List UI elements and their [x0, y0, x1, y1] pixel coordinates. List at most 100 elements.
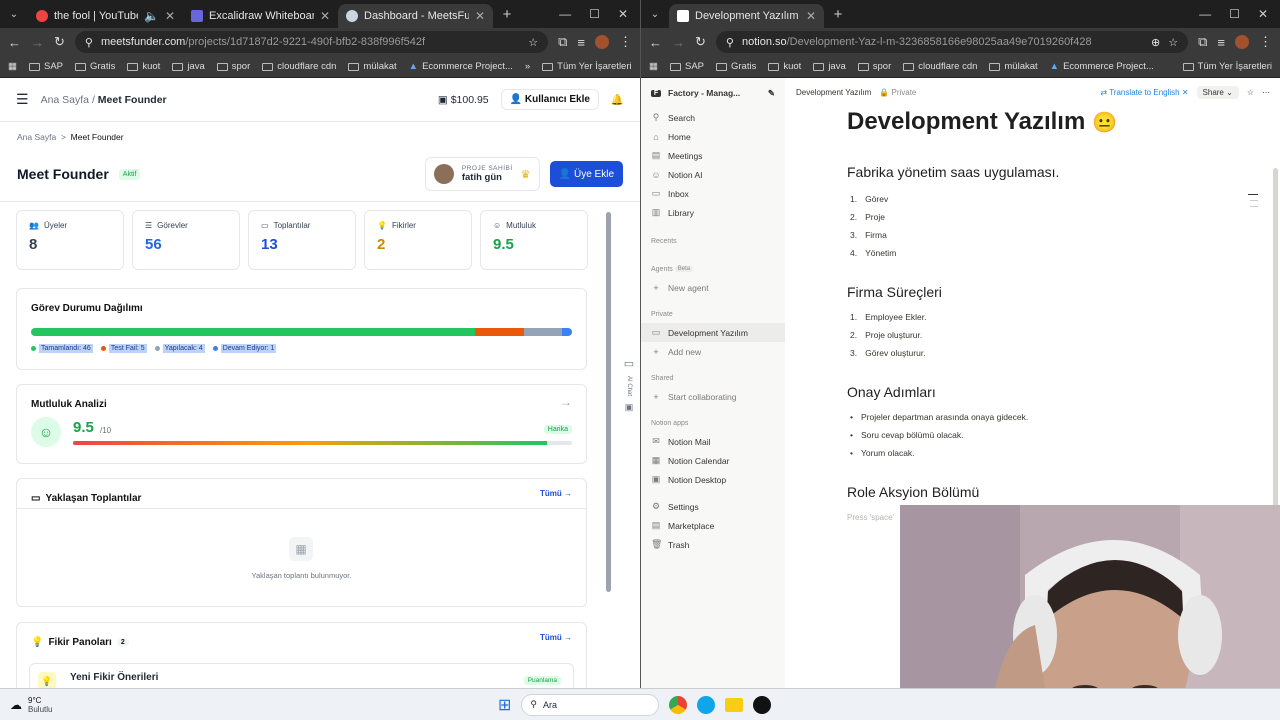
bookmark-cloudflare[interactable]: cloudflare cdn: [903, 61, 977, 72]
edge-icon[interactable]: [697, 695, 716, 714]
profile-avatar[interactable]: [1235, 35, 1249, 49]
bookmark-kuot[interactable]: kuot: [127, 61, 160, 72]
media-icon[interactable]: ≡: [1217, 35, 1225, 50]
stat-members[interactable]: 👥 Üyeler 8: [16, 210, 124, 270]
tab-list-icon[interactable]: ⌄: [641, 0, 669, 28]
bookmark-mulakat[interactable]: mülakat: [989, 61, 1038, 72]
ai-chat-strip[interactable]: ▭ AI Chat ▣: [618, 357, 640, 413]
chrome-icon[interactable]: [669, 695, 688, 714]
bookmark-sap[interactable]: SAP: [669, 61, 704, 72]
app-notion-mail[interactable]: ✉ Notion Mail: [641, 432, 785, 451]
meetings-see-all[interactable]: Tümü →: [540, 489, 572, 498]
minimize-icon[interactable]: —: [559, 7, 571, 21]
bookmark-sap[interactable]: SAP: [28, 61, 63, 72]
project-owner[interactable]: PROJE SAHİBİ fatih gün ♛: [424, 157, 540, 191]
list-item[interactable]: • Soru cevap bölümü olacak.: [850, 430, 964, 440]
list-item[interactable]: 3. Görev oluşturur.: [850, 348, 926, 358]
file-explorer-icon[interactable]: [725, 697, 744, 712]
forward-icon[interactable]: →: [672, 35, 685, 50]
sidebar-item-marketplace[interactable]: ▤ Marketplace: [641, 516, 785, 535]
translate-button[interactable]: ⇄ Translate to English ✕: [1100, 88, 1188, 97]
close-icon[interactable]: ✕: [806, 9, 816, 23]
zoom-icon[interactable]: ⊕: [1151, 36, 1160, 49]
reload-icon[interactable]: ↻: [695, 34, 706, 50]
list-item[interactable]: 2. Proje: [850, 212, 885, 222]
bookmark-spor[interactable]: spor: [216, 61, 250, 72]
page-heading[interactable]: Development Yazılım 😐: [847, 108, 1117, 136]
back-icon[interactable]: ←: [8, 35, 21, 50]
sidebar-item-home[interactable]: ⌂ Home: [641, 127, 785, 146]
close-window-icon[interactable]: ✕: [618, 7, 628, 21]
ideas-see-all[interactable]: Tümü →: [540, 633, 572, 642]
back-icon[interactable]: ←: [649, 35, 662, 50]
list-item[interactable]: 1. Employee Ekler.: [850, 312, 927, 322]
site-info-icon[interactable]: ⚲: [85, 36, 93, 49]
sidebar-item-library[interactable]: ▥ Library: [641, 203, 785, 222]
extensions-icon[interactable]: ⧉: [558, 34, 567, 50]
reload-icon[interactable]: ↻: [54, 34, 65, 50]
share-button[interactable]: Share ⌄: [1196, 85, 1239, 99]
close-icon[interactable]: ✕: [320, 9, 330, 23]
stat-meetings[interactable]: ▭ Toplantılar 13: [248, 210, 356, 270]
taskbar-search[interactable]: ⚲ Ara: [521, 693, 660, 716]
bookmark-ecommerce[interactable]: ▲ Ecommerce Project...: [1050, 61, 1154, 72]
idea-board-item[interactable]: 💡 Yeni Fikir Önerileri Puanlama: [29, 663, 574, 688]
close-icon[interactable]: ✕: [475, 9, 485, 23]
sidebar-item-notion-ai[interactable]: ☺ Notion AI: [641, 165, 785, 184]
apps-icon[interactable]: ▦: [649, 61, 658, 72]
breadcrumb-home[interactable]: Ana Sayfa: [41, 94, 89, 106]
profile-avatar[interactable]: [595, 35, 609, 49]
speaker-icon[interactable]: 🔈: [144, 9, 159, 23]
list-item[interactable]: • Projeler departman arasında onaya gidec…: [850, 412, 1028, 422]
all-bookmarks[interactable]: Tüm Yer İşaretleri: [1182, 61, 1272, 72]
tab-list-icon[interactable]: ⌄: [0, 0, 28, 28]
app-notion-calendar[interactable]: ▦ Notion Calendar: [641, 451, 785, 470]
bookmark-kuot[interactable]: kuot: [768, 61, 801, 72]
menu-icon[interactable]: ⋮: [1259, 34, 1272, 50]
empty-block[interactable]: Press 'space': [847, 513, 894, 522]
bookmark-mulakat[interactable]: mülakat: [348, 61, 397, 72]
address-bar[interactable]: ⚲ notion.so/Development-Yaz-l-m-32368581…: [715, 31, 1189, 53]
bell-icon[interactable]: 🔔: [611, 93, 624, 106]
stat-ideas[interactable]: 💡 Fikirler 2: [364, 210, 472, 270]
more-icon[interactable]: ⋯: [1262, 88, 1270, 97]
sidebar-page-development[interactable]: ▭ Development Yazılım: [641, 323, 785, 342]
list-item[interactable]: • Yorum olacak.: [850, 448, 915, 458]
page-breadcrumb[interactable]: Development Yazılım: [796, 88, 871, 97]
star-icon[interactable]: ☆: [1168, 36, 1178, 49]
stat-tasks[interactable]: ☰ Görevler 56: [132, 210, 240, 270]
list-item[interactable]: 2. Proje oluşturur.: [850, 330, 922, 340]
add-user-button[interactable]: 👤 Kullanıcı Ekle: [500, 89, 599, 110]
close-icon[interactable]: ✕: [165, 9, 175, 23]
list-item[interactable]: 1. Görev: [850, 194, 888, 204]
maximize-icon[interactable]: ☐: [1229, 7, 1240, 21]
bookmark-cloudflare[interactable]: cloudflare cdn: [262, 61, 336, 72]
arrow-right-icon[interactable]: →: [560, 395, 572, 409]
tab-notion[interactable]: Development Yazılım | Notion ✕: [669, 4, 824, 28]
minimize-icon[interactable]: —: [1199, 7, 1211, 21]
new-tab-icon[interactable]: +: [493, 0, 521, 28]
maximize-icon[interactable]: ☐: [589, 7, 600, 21]
weather-widget[interactable]: ☁ 9°C Bulutlu: [0, 696, 52, 714]
start-collaborating[interactable]: + Start collaborating: [641, 387, 785, 406]
menu-icon[interactable]: ⋮: [619, 34, 632, 50]
tab-youtube-music[interactable]: the fool | YouTube Music 🔈 ✕: [28, 4, 183, 28]
sidebar-item-trash[interactable]: 🗑 Trash: [641, 535, 785, 554]
tab-excalidraw[interactable]: Excalidraw Whiteboard ✕: [183, 4, 338, 28]
hamburger-icon[interactable]: ☰: [16, 91, 29, 108]
bookmark-gratis[interactable]: Gratis: [716, 61, 756, 72]
bookmark-java[interactable]: java: [813, 61, 846, 72]
bookmark-java[interactable]: java: [172, 61, 205, 72]
forward-icon[interactable]: →: [31, 35, 44, 50]
tab-dashboard[interactable]: Dashboard - MeetsFunder ✕: [338, 4, 493, 28]
sidebar-item-search[interactable]: ⚲ Search: [641, 108, 785, 127]
bookmarks-more[interactable]: »: [525, 61, 530, 72]
close-window-icon[interactable]: ✕: [1258, 7, 1268, 21]
add-member-button[interactable]: 👤 Üye Ekle: [549, 161, 623, 187]
list-item[interactable]: 3. Firma: [850, 230, 887, 240]
sidebar-item-settings[interactable]: ⚙ Settings: [641, 497, 785, 516]
bookmark-gratis[interactable]: Gratis: [75, 61, 115, 72]
all-bookmarks[interactable]: Tüm Yer İşaretleri: [542, 61, 632, 72]
app-icon[interactable]: [753, 695, 772, 714]
sidebar-item-meetings[interactable]: ▤ Meetings: [641, 146, 785, 165]
